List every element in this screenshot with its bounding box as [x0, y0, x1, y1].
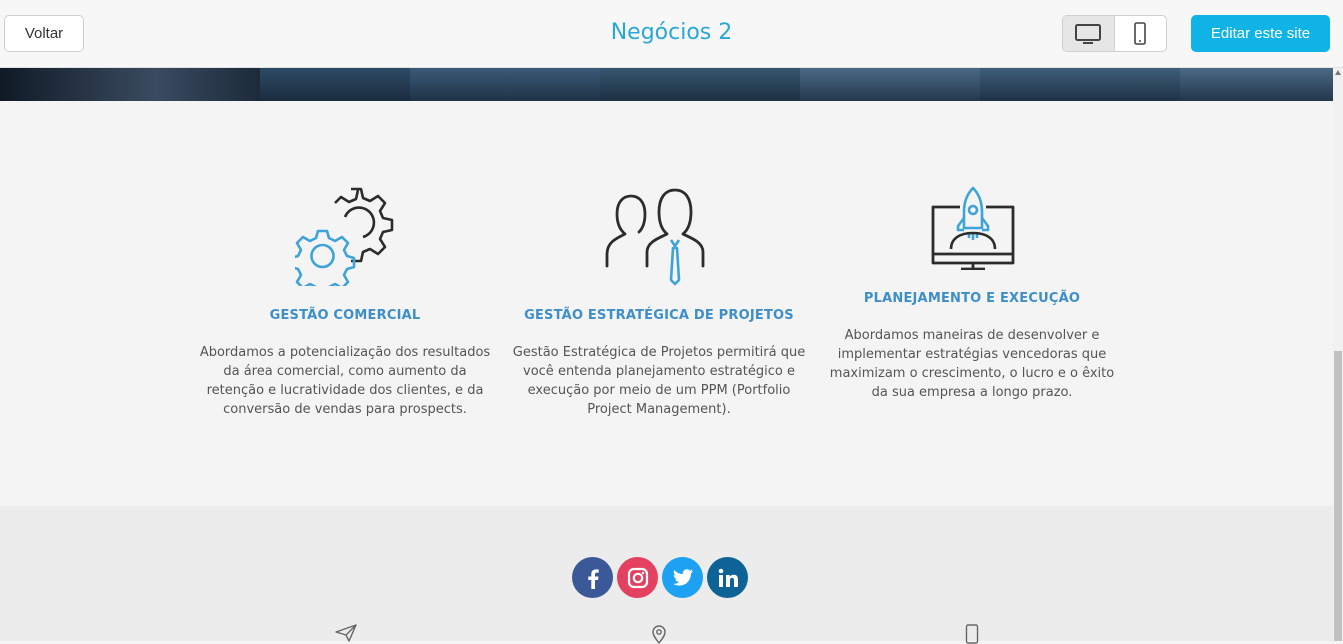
instagram-icon[interactable] [617, 557, 658, 598]
social-links [572, 557, 748, 598]
feature-planejamento: PLANEJAMENTO E EXECUÇÃO Abordamos maneir… [824, 186, 1120, 402]
feature-gestao-estrategica: GESTÃO ESTRATÉGICA DE PROJETOS Gestão Es… [510, 186, 808, 419]
page-scrollbar[interactable] [1333, 68, 1343, 641]
paper-plane-icon [335, 624, 357, 642]
feature-title: PLANEJAMENTO E EXECUÇÃO [863, 291, 1081, 306]
top-toolbar: Voltar Negócios 2 Editar este site [0, 0, 1343, 68]
gears-icon [295, 187, 394, 286]
location-pin-icon [652, 625, 666, 644]
feature-text: Abordamos a potencialização dos resultad… [199, 345, 491, 417]
rocket-monitor-icon [931, 186, 1015, 270]
scroll-thumb[interactable] [1334, 351, 1342, 641]
phone-icon [965, 624, 979, 644]
mobile-view-button[interactable] [1115, 16, 1167, 51]
feature-text: Abordamos maneiras de desenvolver e impl… [829, 328, 1115, 400]
linkedin-icon[interactable] [707, 557, 748, 598]
features-section: GESTÃO COMERCIAL Abordamos a potencializ… [0, 101, 1333, 506]
mobile-icon [1134, 21, 1147, 45]
footer [0, 506, 1333, 644]
feature-gestao-comercial: GESTÃO COMERCIAL Abordamos a potencializ… [195, 186, 495, 419]
business-people-icon [605, 188, 705, 286]
feature-title: GESTÃO ESTRATÉGICA DE PROJETOS [524, 308, 794, 323]
desktop-icon [1075, 23, 1102, 44]
desktop-view-button[interactable] [1063, 16, 1115, 51]
scroll-up-arrow[interactable] [1335, 70, 1341, 75]
twitter-icon[interactable] [662, 557, 703, 598]
hero-image-strip [0, 68, 1333, 101]
edit-site-button[interactable]: Editar este site [1191, 15, 1330, 52]
facebook-icon[interactable] [572, 557, 613, 598]
device-toggle [1062, 15, 1167, 52]
feature-text: Gestão Estratégica de Projetos permitirá… [512, 345, 806, 417]
feature-title: GESTÃO COMERCIAL [269, 308, 421, 323]
